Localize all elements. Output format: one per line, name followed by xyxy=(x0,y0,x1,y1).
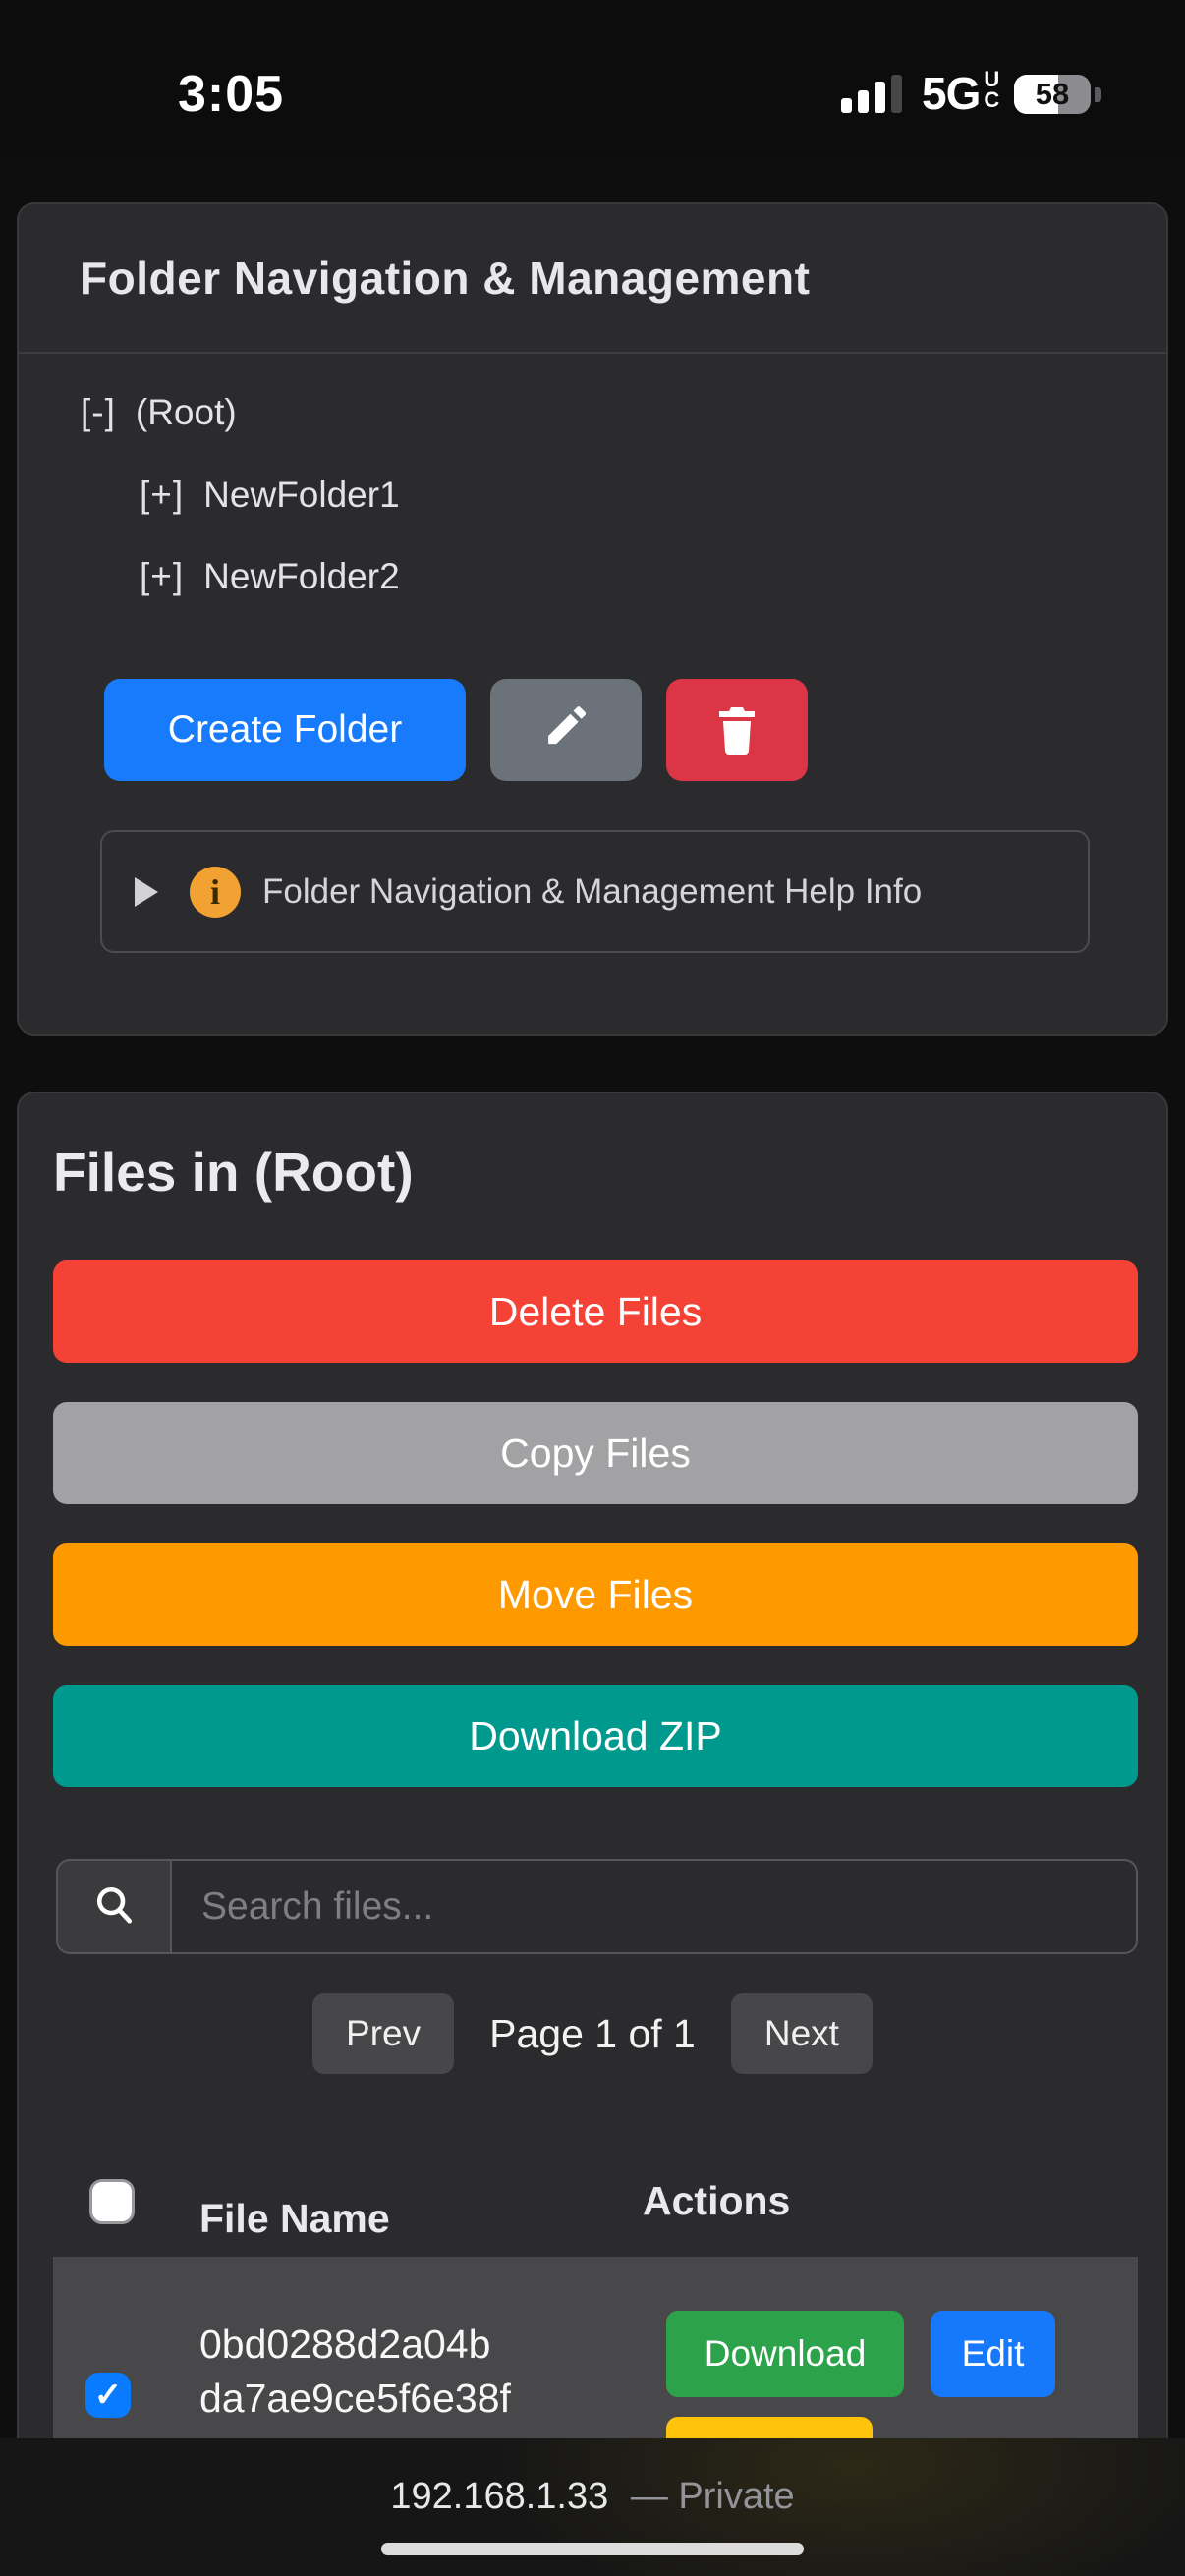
download-file-button[interactable]: Download xyxy=(666,2311,904,2397)
delete-files-button[interactable]: Delete Files xyxy=(53,1260,1138,1363)
select-all-checkbox[interactable] xyxy=(89,2179,135,2224)
tree-toggle-collapse[interactable]: [-] xyxy=(81,392,116,433)
help-info-disclosure[interactable]: i Folder Navigation & Management Help In… xyxy=(100,830,1090,953)
next-page-button[interactable]: Next xyxy=(731,1993,873,2074)
cellular-signal-icon xyxy=(841,74,902,113)
folder-card-title: Folder Navigation & Management xyxy=(80,252,810,305)
folder-card-header: Folder Navigation & Management xyxy=(19,204,1166,354)
search-button[interactable] xyxy=(56,1859,170,1954)
trash-icon xyxy=(713,703,761,757)
rename-folder-button[interactable] xyxy=(490,679,642,781)
page-status-label: Page 1 of 1 xyxy=(489,2011,696,2057)
download-zip-button[interactable]: Download ZIP xyxy=(53,1685,1138,1787)
tree-item-root[interactable]: [-] (Root) xyxy=(81,385,237,440)
files-card: Files in (Root) Delete Files Copy Files … xyxy=(17,1092,1168,2576)
signal-bar xyxy=(891,75,902,113)
tree-toggle-expand[interactable]: [+] xyxy=(140,556,184,597)
edit-file-button[interactable]: Edit xyxy=(931,2311,1055,2397)
network-type: 5G U C xyxy=(922,67,999,120)
safari-bottom-bar[interactable]: 192.168.1.33 — Private xyxy=(0,2438,1185,2576)
iphone-screen: 3:05 5G U C 58 Folder Navigation & Manag… xyxy=(0,0,1185,2576)
search-input[interactable] xyxy=(170,1859,1138,1954)
files-card-title: Files in (Root) xyxy=(53,1141,414,1204)
tree-item-newfolder1[interactable]: [+] NewFolder1 xyxy=(140,468,400,523)
url-host: 192.168.1.33 xyxy=(390,2476,608,2517)
file-name-line: 0bd0288d2a04b xyxy=(199,2318,671,2372)
signal-bar xyxy=(858,90,869,113)
folder-navigation-card: Folder Navigation & Management [-] (Root… xyxy=(17,202,1168,1036)
file-name-line: da7ae9ce5f6e38f xyxy=(199,2372,671,2426)
private-mode-label: — Private xyxy=(631,2476,795,2517)
tree-item-label: (Root) xyxy=(136,392,237,433)
prev-page-button[interactable]: Prev xyxy=(312,1993,454,2074)
signal-bar xyxy=(875,82,885,113)
help-info-label: Folder Navigation & Management Help Info xyxy=(262,872,922,912)
tree-item-label: NewFolder2 xyxy=(203,556,399,597)
file-name-cell: 0bd0288d2a04b da7ae9ce5f6e38f xyxy=(199,2318,671,2426)
copy-files-button[interactable]: Copy Files xyxy=(53,1402,1138,1504)
search-icon xyxy=(91,1881,137,1932)
file-name-column-header: File Name xyxy=(199,2196,390,2242)
tree-item-newfolder2[interactable]: [+] NewFolder2 xyxy=(140,549,400,604)
disclosure-triangle-icon xyxy=(135,877,158,907)
status-bar: 3:05 5G U C 58 xyxy=(0,0,1185,157)
pencil-icon xyxy=(540,703,592,757)
move-files-button[interactable]: Move Files xyxy=(53,1543,1138,1646)
folder-actions-row: Create Folder xyxy=(104,679,808,781)
tree-toggle-expand[interactable]: [+] xyxy=(140,475,184,516)
battery-percent: 58 xyxy=(1014,75,1091,114)
delete-folder-button[interactable] xyxy=(666,679,808,781)
tree-item-label: NewFolder1 xyxy=(203,475,399,516)
battery-icon: 58 xyxy=(1014,75,1091,114)
row-checkbox[interactable]: ✓ xyxy=(85,2373,131,2418)
status-time: 3:05 xyxy=(138,65,324,124)
network-uc-badge: U C xyxy=(984,69,999,110)
create-folder-button[interactable]: Create Folder xyxy=(104,679,466,781)
info-icon: i xyxy=(190,867,241,918)
url-bar[interactable]: 192.168.1.33 — Private xyxy=(0,2476,1185,2518)
home-indicator[interactable] xyxy=(381,2543,804,2555)
actions-column-header: Actions xyxy=(643,2178,790,2224)
signal-bar xyxy=(841,98,852,113)
network-type-label: 5G xyxy=(922,67,980,120)
pagination: Prev Page 1 of 1 Next xyxy=(19,1993,1166,2074)
battery-nub xyxy=(1095,87,1101,102)
